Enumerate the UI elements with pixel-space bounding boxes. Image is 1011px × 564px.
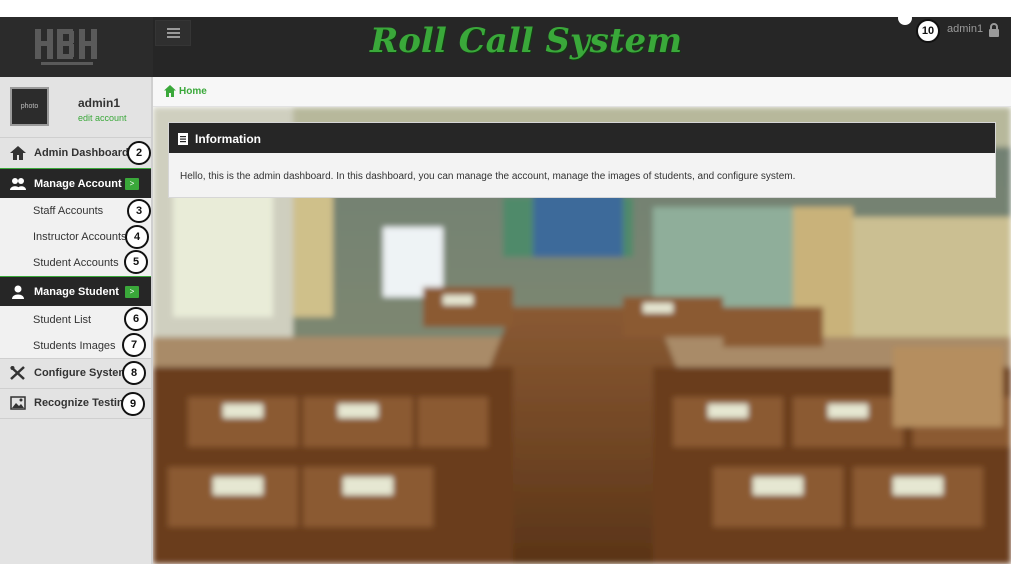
- lock-icon[interactable]: [988, 23, 1000, 37]
- sidebar: photo admin1 edit account Admin Dashboar…: [0, 77, 153, 564]
- sidebar-item-label: Instructor Accounts: [33, 231, 127, 243]
- profile-name: admin1: [78, 96, 121, 110]
- annotation-badge: 7: [122, 333, 146, 357]
- home-icon: [164, 85, 176, 97]
- sidebar-item-configure-system[interactable]: Configure System 8: [0, 358, 151, 388]
- panel-header: Information: [169, 123, 995, 153]
- sidebar-item-label: Student List: [33, 314, 92, 326]
- user-icon: [12, 285, 24, 299]
- panel-title: Information: [195, 132, 261, 146]
- list-icon: [178, 133, 188, 145]
- divider: [0, 418, 151, 419]
- app-window: Roll Call System 10 admin1 photo admin1 …: [0, 0, 1011, 564]
- users-icon: [10, 178, 26, 190]
- menu-toggle-button[interactable]: [155, 20, 191, 46]
- sidebar-item-admin-dashboard[interactable]: Admin Dashboard 2: [0, 138, 151, 168]
- annotation-badge: 2: [127, 141, 151, 165]
- sidebar-item-student-list[interactable]: Student List 6: [0, 306, 151, 332]
- annotation-badge: 4: [125, 225, 149, 249]
- logo-icon[interactable]: [33, 25, 101, 67]
- sidebar-item-label: Admin Dashboard: [34, 147, 129, 159]
- logo-area: [0, 17, 153, 77]
- panel-body-text: Hello, this is the admin dashboard. In t…: [180, 171, 796, 182]
- annotation-badge: 5: [124, 250, 148, 274]
- top-header: Roll Call System 10 admin1: [0, 11, 1011, 77]
- sidebar-item-students-images[interactable]: Students Images 7: [0, 332, 151, 358]
- annotation-badge: 3: [127, 199, 151, 223]
- sidebar-item-staff-accounts[interactable]: Staff Accounts 3: [0, 198, 151, 224]
- sidebar-item-student-accounts[interactable]: Student Accounts 5: [0, 250, 151, 276]
- sidebar-item-label: Configure System: [34, 367, 129, 379]
- annotation-badge: 8: [122, 361, 146, 385]
- sidebar-item-label: Manage Student: [34, 286, 119, 298]
- user-profile: photo admin1 edit account: [0, 77, 151, 138]
- edit-account-link[interactable]: edit account: [78, 113, 127, 123]
- notification-count-badge[interactable]: 10: [916, 19, 940, 43]
- sidebar-item-manage-student[interactable]: Manage Student >: [0, 276, 151, 306]
- home-icon: [10, 146, 26, 160]
- header-username[interactable]: admin1: [947, 23, 983, 35]
- annotation-badge: 9: [121, 392, 145, 416]
- sidebar-item-label: Recognize Testing: [34, 397, 131, 409]
- sidebar-item-label: Manage Account: [34, 178, 122, 190]
- sidebar-item-instructor-accounts[interactable]: Instructor Accounts 4: [0, 224, 151, 250]
- image-icon: [10, 396, 26, 410]
- sidebar-item-label: Staff Accounts: [33, 205, 104, 217]
- tools-icon: [10, 366, 25, 380]
- sidebar-item-recognize-testing[interactable]: Recognize Testing 9: [0, 388, 151, 418]
- expand-toggle[interactable]: >: [125, 286, 139, 298]
- expand-toggle[interactable]: >: [125, 178, 139, 190]
- breadcrumb-home-link[interactable]: Home: [179, 86, 207, 97]
- avatar: photo: [10, 87, 49, 126]
- main-content: Home Information Hello, this is the admi…: [153, 77, 1011, 564]
- sidebar-item-label: Student Accounts: [33, 257, 119, 269]
- notification-dot: [898, 11, 912, 25]
- top-strip: [0, 0, 1011, 17]
- sidebar-item-label: Students Images: [33, 340, 116, 352]
- information-panel: Information Hello, this is the admin das…: [168, 122, 996, 198]
- breadcrumb: Home: [153, 77, 1011, 107]
- sidebar-item-manage-account[interactable]: Manage Account >: [0, 168, 151, 198]
- annotation-badge: 6: [124, 307, 148, 331]
- brand-title: Roll Call System: [370, 21, 683, 61]
